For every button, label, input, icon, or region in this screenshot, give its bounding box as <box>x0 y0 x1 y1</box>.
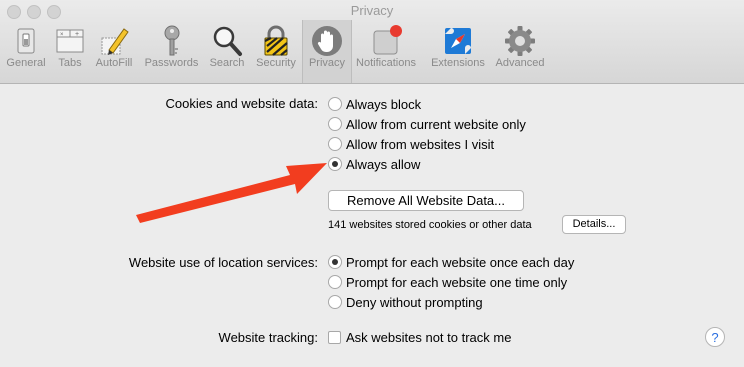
annotation-arrow-icon <box>136 163 327 223</box>
